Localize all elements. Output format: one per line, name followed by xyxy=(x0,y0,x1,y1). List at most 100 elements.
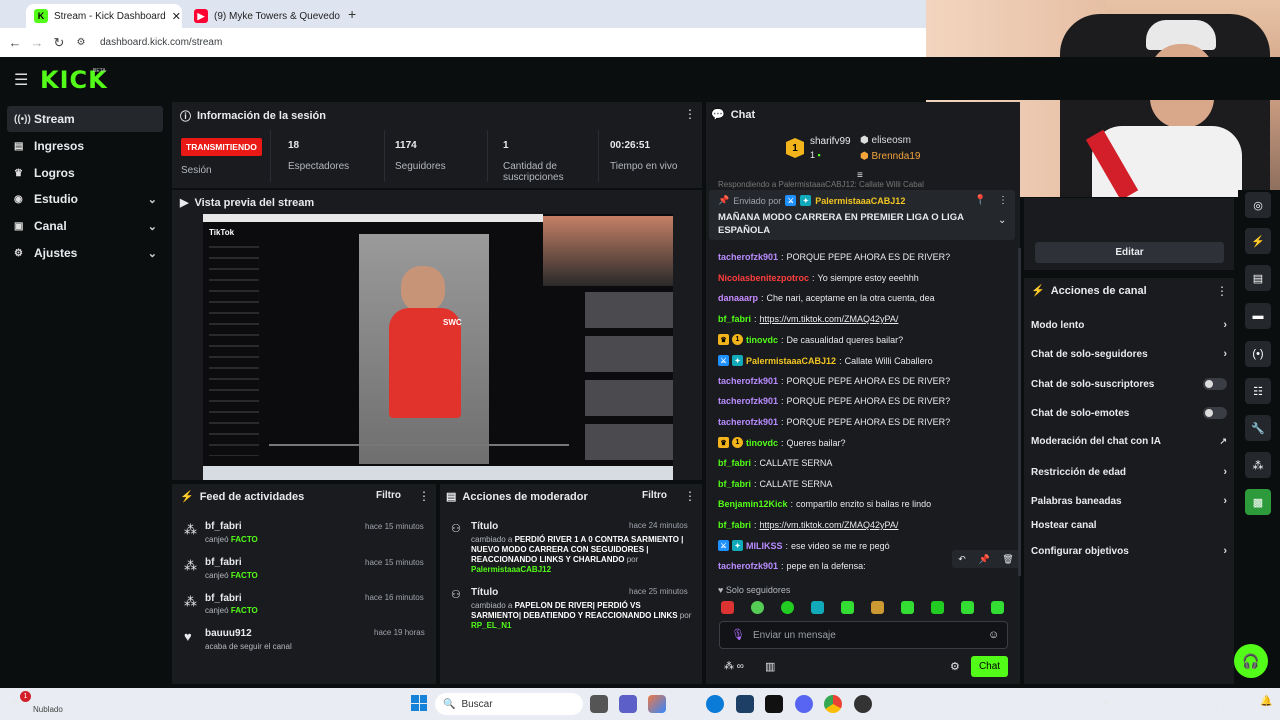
cloud-icon[interactable]: ☁ xyxy=(1100,696,1110,707)
chat-message[interactable]: ⚔ ✦ MILIKSS: ese video se me re pegó xyxy=(718,540,890,552)
more-options-icon[interactable]: ⋮ xyxy=(418,489,430,503)
more-options-icon[interactable]: ⋮ xyxy=(684,107,696,121)
channel-setting-row[interactable]: Moderación del chat con IA ↗ xyxy=(1031,436,1227,447)
sidebar-item-ajustes[interactable]: ⚙ Ajustes ⌄ xyxy=(7,240,163,266)
feed-user[interactable]: bf_fabri xyxy=(205,521,242,532)
weather-icon[interactable]: ☁ xyxy=(8,693,20,707)
chat-username[interactable]: tacherofzk901 xyxy=(718,417,778,427)
new-tab-icon[interactable]: + xyxy=(348,6,356,22)
chat-message[interactable]: bf_fabri: CALLATE SERNA xyxy=(718,458,832,468)
feed-user[interactable]: bauuu912 xyxy=(205,628,252,639)
leader-name[interactable]: Brennda19 xyxy=(872,151,921,162)
gear-icon[interactable]: ⚙ xyxy=(950,660,960,673)
site-info-icon[interactable]: ⚙ xyxy=(70,37,92,48)
store-icon[interactable]: ▥ xyxy=(765,660,775,673)
emote-icon[interactable] xyxy=(901,601,914,614)
reload-icon[interactable]: ↻ xyxy=(48,35,70,51)
broadcast-icon[interactable]: (•) xyxy=(1245,341,1271,367)
emote-icon[interactable] xyxy=(781,601,794,614)
chat-message[interactable]: Benjamin12Kick: compartilo enzito si bail… xyxy=(718,499,931,509)
chat-message[interactable]: tacherofzk901: PORQUE PEPE AHORA ES DE RI… xyxy=(718,417,950,427)
emoji-icon[interactable]: ☺ xyxy=(988,629,999,641)
chevron-up-icon[interactable]: ⌃ xyxy=(1080,697,1088,708)
chat-username[interactable]: danaaarp xyxy=(718,293,758,303)
points-icon[interactable]: ⁂ xyxy=(1245,452,1271,478)
chat-username[interactable]: PalermistaaaCABJ12 xyxy=(746,356,836,366)
chat-scrollbar[interactable] xyxy=(1018,248,1021,576)
sidebar-item-estudio[interactable]: ◉ Estudio ⌄ xyxy=(7,186,163,212)
edit-button[interactable]: Editar xyxy=(1035,242,1224,263)
language-indicator[interactable]: ESP LAA xyxy=(1145,693,1161,713)
feed-filter-button[interactable]: Filtro xyxy=(376,490,401,501)
clock[interactable]: 00:43 13/10/2025 xyxy=(1210,693,1250,713)
discord-icon[interactable] xyxy=(795,695,813,713)
system-tray-icons[interactable]: ▭♪▯ xyxy=(1173,696,1202,707)
chat-username[interactable]: MILIKSS xyxy=(746,541,783,551)
url-text[interactable]: dashboard.kick.com/stream xyxy=(100,37,222,48)
channel-setting-row[interactable]: Modo lento › xyxy=(1031,319,1227,331)
wrench-icon[interactable]: 🔧 xyxy=(1245,415,1271,441)
obs-icon[interactable] xyxy=(854,695,872,713)
channel-setting-row[interactable]: Configurar objetivos › xyxy=(1031,545,1227,557)
stream-video[interactable]: TikTok SWC xyxy=(203,214,673,480)
chat-message[interactable]: ♛ 1 tinovdc: Queres bailar? xyxy=(718,437,846,449)
chat-message[interactable]: tacherofzk901: PORQUE PEPE AHORA ES DE RI… xyxy=(718,396,950,406)
chat-bubble-icon[interactable]: ▬ xyxy=(1245,303,1271,329)
chat-username[interactable]: bf_fabri xyxy=(718,520,751,530)
emote-icon[interactable] xyxy=(811,601,824,614)
more-options-icon[interactable]: ⋮ xyxy=(684,489,696,503)
chat-username[interactable]: tacherofzk901 xyxy=(718,396,778,406)
top-gifter-name[interactable]: sharifv99 xyxy=(810,136,851,147)
channel-setting-row[interactable]: Chat de solo-emotes xyxy=(1031,407,1227,419)
sidebar-item-stream[interactable]: ((•)) Stream xyxy=(7,106,163,132)
teams-icon[interactable] xyxy=(619,695,637,713)
close-tab-icon[interactable]: ✕ xyxy=(172,10,181,23)
chat-username[interactable]: tinovdc xyxy=(746,438,778,448)
more-options-icon[interactable]: ⋮ xyxy=(1216,284,1228,298)
setting-toggle[interactable] xyxy=(1203,378,1227,390)
windows-start-icon[interactable] xyxy=(411,695,427,711)
chat-username[interactable]: tacherofzk901 xyxy=(718,561,778,571)
chat-username[interactable]: bf_fabri xyxy=(718,458,751,468)
sidebar-item-canal[interactable]: ▣ Canal ⌄ xyxy=(7,213,163,239)
menu-icon[interactable]: ☰ xyxy=(14,70,28,90)
back-icon[interactable]: ← xyxy=(4,35,26,50)
emote-icon[interactable] xyxy=(871,601,884,614)
mod-filter-button[interactable]: Filtro xyxy=(642,490,667,501)
chat-message[interactable]: tacherofzk901: PORQUE PEPE AHORA ES DE RI… xyxy=(718,376,950,386)
mic-icon[interactable]: 🎙 xyxy=(731,628,745,641)
chat-link[interactable]: https://vm.tiktok.com/ZMAQ42yPA/ xyxy=(760,314,899,324)
task-view-icon[interactable] xyxy=(590,695,608,713)
setting-toggle[interactable] xyxy=(1203,407,1227,419)
chat-message[interactable]: tacherofzk901: pepe en la defensa: xyxy=(718,561,866,571)
chat-message[interactable]: tacherofzk901: PORQUE PEPE AHORA ES DE RI… xyxy=(718,252,950,262)
chat-message[interactable]: bf_fabri: https://vm.tiktok.com/ZMAQ42yPA… xyxy=(718,314,898,324)
emote-icon[interactable] xyxy=(991,601,1004,614)
chat-username[interactable]: Nicolasbenitezpotroc xyxy=(718,273,809,283)
send-chat-button[interactable]: Chat xyxy=(971,656,1008,677)
notification-bell-icon[interactable]: 🔔 xyxy=(1260,696,1272,707)
notes-icon[interactable]: ▤ xyxy=(1245,265,1271,291)
camera-icon[interactable]: ◎ xyxy=(1245,192,1271,218)
pin-icon[interactable]: 📌 xyxy=(978,554,989,565)
tiktok-icon[interactable] xyxy=(765,695,783,713)
chat-username[interactable]: tacherofzk901 xyxy=(718,376,778,386)
sidebar-item-logros[interactable]: ♛ Logros xyxy=(7,160,163,186)
bolt-icon[interactable]: ⚡ xyxy=(1245,228,1271,254)
emote-icon[interactable] xyxy=(931,601,944,614)
chat-message[interactable]: bf_fabri: CALLATE SERNA xyxy=(718,479,832,489)
channel-setting-row[interactable]: Chat de solo-suscriptores xyxy=(1031,378,1227,390)
chevron-down-icon[interactable]: ⌄ xyxy=(998,215,1006,226)
pinned-user[interactable]: PalermistaaaCABJ12 xyxy=(815,196,905,206)
edge-icon[interactable] xyxy=(706,695,724,713)
forward-icon[interactable]: → xyxy=(26,35,48,50)
leader-name[interactable]: eliseosm xyxy=(872,135,911,146)
support-headset-icon[interactable]: 🎧 xyxy=(1234,644,1268,678)
points-icon[interactable]: ⁂ ∞ xyxy=(724,661,744,672)
app-icon[interactable]: ▩ xyxy=(1245,489,1271,515)
channel-setting-row[interactable]: Palabras baneadas › xyxy=(1031,495,1227,507)
chat-message[interactable]: danaaarp: Che nari, aceptame en la otra c… xyxy=(718,293,935,303)
feed-user[interactable]: bf_fabri xyxy=(205,557,242,568)
chrome-icon[interactable] xyxy=(824,695,842,713)
chat-username[interactable]: Benjamin12Kick xyxy=(718,499,788,509)
